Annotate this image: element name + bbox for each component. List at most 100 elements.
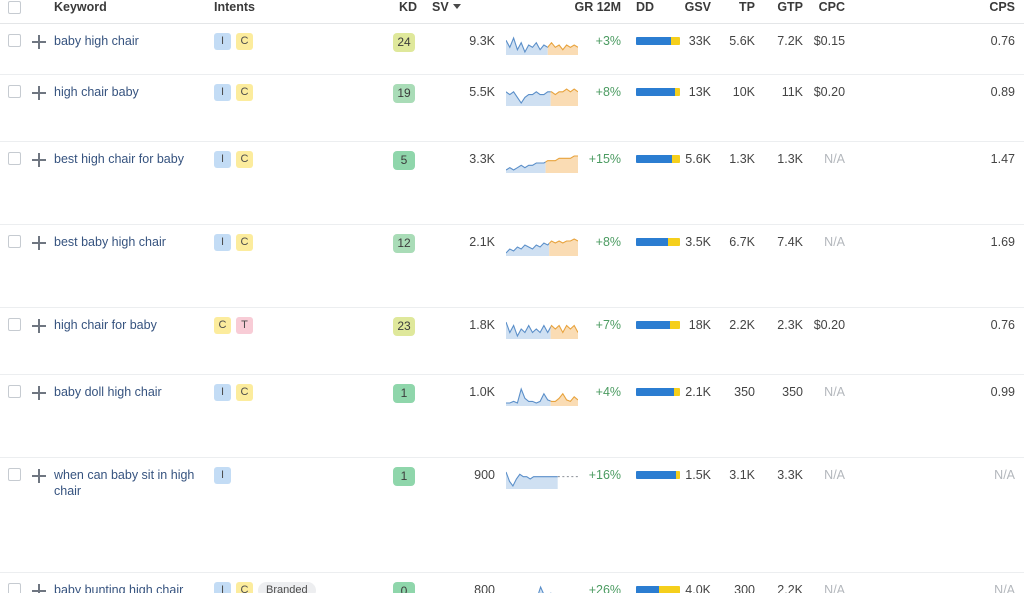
dd-cell	[630, 24, 681, 75]
plus-icon[interactable]	[32, 86, 46, 100]
intent-badge-informational[interactable]: I	[214, 384, 231, 402]
sv-sparkline-cell	[504, 225, 579, 308]
kd-badge: 12	[393, 234, 416, 253]
intent-badge-transactional[interactable]: T	[236, 317, 253, 335]
sv-sparkline-cell	[504, 24, 579, 75]
gsv-cell: 18K	[688, 318, 712, 332]
gsv-cell: 3.5K	[685, 235, 712, 249]
keyword-link[interactable]: baby doll high chair	[50, 384, 162, 400]
keyword-cell: baby bunting high chair	[50, 573, 214, 593]
intent-badge-informational[interactable]: I	[214, 234, 231, 252]
plus-icon[interactable]	[32, 153, 46, 167]
sv-cell: 1.8K	[469, 318, 496, 332]
column-header-kd[interactable]: KD	[382, 0, 427, 24]
row-checkbox[interactable]	[7, 235, 21, 248]
dd-bar	[636, 321, 681, 329]
intent-badge-commercial[interactable]: C	[214, 317, 231, 335]
column-header-cps[interactable]: CPS	[854, 0, 1024, 24]
sv-sparkline-cell	[504, 308, 579, 375]
row-checkbox[interactable]	[7, 385, 21, 398]
intent-badge-commercial[interactable]: C	[236, 151, 253, 169]
keyword-cell: high chair baby	[50, 75, 214, 142]
row-checkbox-cell	[0, 225, 28, 308]
intent-badge-informational[interactable]: I	[214, 151, 231, 169]
keyword-link[interactable]: high chair baby	[50, 84, 139, 100]
column-header-gtp[interactable]: GTP	[764, 0, 813, 24]
gtp-cell: 11K	[781, 85, 804, 99]
keyword-cell: when can baby sit in high chair	[50, 458, 214, 573]
kd-badge: 1	[393, 467, 416, 486]
row-checkbox[interactable]	[7, 152, 21, 165]
kd-cell: 5	[382, 142, 426, 225]
row-checkbox[interactable]	[7, 318, 21, 331]
intent-badge-commercial[interactable]: C	[236, 84, 253, 102]
cpc-cell: N/A	[824, 468, 846, 482]
tp-cell: 300	[734, 583, 756, 593]
tp-cell: 5.6K	[729, 34, 756, 48]
intent-badge-commercial[interactable]: C	[236, 234, 253, 252]
row-checkbox-cell	[0, 75, 28, 142]
plus-icon[interactable]	[32, 236, 46, 250]
keyword-link[interactable]: high chair for baby	[50, 317, 157, 333]
table-header: Keyword Intents KD SV GR 12M DD GSV TP G…	[0, 0, 1024, 24]
intent-badge-informational[interactable]: I	[214, 84, 231, 102]
intent-badge-informational[interactable]: I	[214, 33, 231, 51]
cps-cell: 1.47	[990, 152, 1016, 166]
branded-badge[interactable]: Branded	[258, 582, 316, 593]
kd-badge: 24	[393, 33, 416, 52]
intent-badge-commercial[interactable]: C	[236, 582, 253, 593]
cpc-cell: $0.20	[813, 318, 846, 332]
dd-cell	[630, 75, 681, 142]
plus-icon[interactable]	[32, 584, 46, 593]
column-header-gsv[interactable]: GSV	[678, 0, 721, 24]
intent-badge-informational[interactable]: I	[214, 467, 231, 485]
plus-icon[interactable]	[32, 469, 46, 483]
cpc-cell: $0.15	[813, 34, 846, 48]
plus-icon[interactable]	[32, 319, 46, 333]
add-keyword-cell	[28, 142, 50, 225]
dd-bar	[636, 586, 681, 593]
column-header-keyword[interactable]: Keyword	[50, 0, 214, 24]
keyword-cell: best baby high chair	[50, 225, 214, 308]
dd-cell	[630, 573, 681, 593]
keyword-cell: baby doll high chair	[50, 375, 214, 458]
column-header-dd[interactable]: DD	[630, 0, 679, 24]
plus-icon[interactable]	[32, 35, 46, 49]
gtp-cell: 1.3K	[777, 152, 804, 166]
kd-badge: 23	[393, 317, 416, 336]
cps-cell: 0.89	[990, 85, 1016, 99]
plus-icon[interactable]	[32, 386, 46, 400]
row-checkbox[interactable]	[7, 583, 21, 593]
keyword-link[interactable]: baby high chair	[50, 33, 139, 49]
gr12m-cell: +26%	[588, 583, 622, 593]
intent-badge-commercial[interactable]: C	[236, 384, 253, 402]
cps-cell: 1.69	[990, 235, 1016, 249]
intents-cell: IC	[214, 142, 382, 225]
keyword-link[interactable]: when can baby sit in high chair	[50, 467, 214, 499]
kd-cell: 12	[382, 225, 426, 308]
add-keyword-cell	[28, 458, 50, 573]
row-checkbox[interactable]	[7, 468, 21, 481]
dd-cell	[630, 308, 681, 375]
column-header-sv[interactable]: SV	[426, 0, 569, 24]
column-header-intents[interactable]: Intents	[214, 0, 383, 24]
dd-cell	[630, 375, 681, 458]
tp-cell: 3.1K	[729, 468, 756, 482]
column-header-tp[interactable]: TP	[720, 0, 765, 24]
column-header-gr12m[interactable]: GR 12M	[568, 0, 631, 24]
cpc-cell: $0.20	[813, 85, 846, 99]
keyword-table: Keyword Intents KD SV GR 12M DD GSV TP G…	[0, 0, 1024, 593]
row-checkbox[interactable]	[7, 85, 21, 98]
select-all-checkbox[interactable]	[7, 1, 21, 14]
keyword-link[interactable]: baby bunting high chair	[50, 582, 183, 593]
row-checkbox[interactable]	[7, 34, 21, 47]
intent-badge-commercial[interactable]: C	[236, 33, 253, 51]
sv-cell: 2.1K	[469, 235, 496, 249]
keyword-link[interactable]: best high chair for baby	[50, 151, 184, 167]
intent-badge-informational[interactable]: I	[214, 582, 231, 593]
table-row: high chair baby I C 19 5.5K +8% 13K 10K 11K $0.20…	[0, 75, 1024, 142]
intents-cell: I C Branded	[214, 573, 382, 593]
dd-bar	[636, 238, 681, 246]
keyword-link[interactable]: best baby high chair	[50, 234, 166, 250]
column-header-cpc[interactable]: CPC	[812, 0, 855, 24]
